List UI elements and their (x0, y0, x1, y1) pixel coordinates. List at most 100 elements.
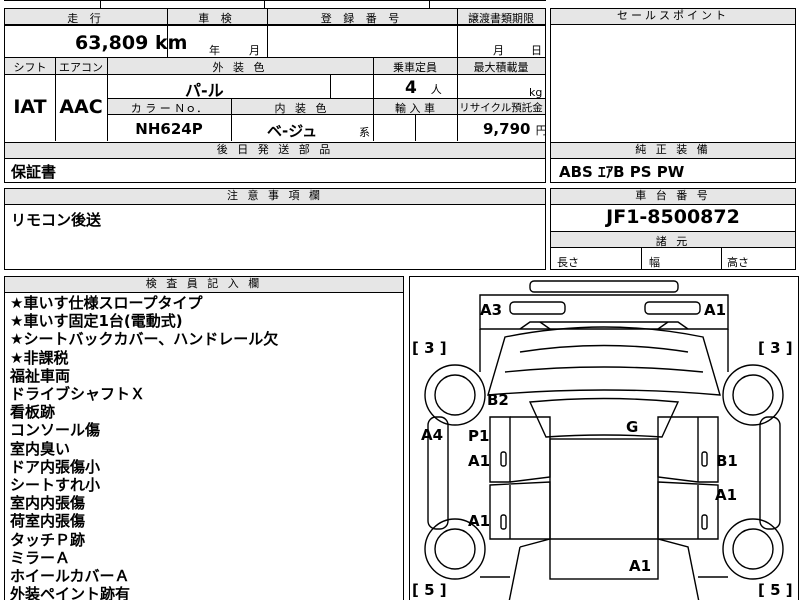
hood-shape (487, 326, 721, 396)
front-bumper-shape (529, 280, 679, 293)
left-rear-door-shape (489, 481, 551, 540)
bracket-bottom-right: [ 5 ] (758, 581, 793, 599)
door-handle-shape (701, 514, 708, 530)
transfer-month: 月 (493, 44, 504, 57)
right-rear-wheel-shape (722, 518, 784, 580)
later-parts-box: 後 日 発 送 部 品 保証書 (4, 143, 546, 183)
inspector-line: コンソール傷 (10, 421, 101, 440)
inspector-line: 室内内張傷 (10, 494, 86, 513)
inspector-line: ★シートバックカバー、ハンドレール欠 (10, 330, 279, 349)
inspector-line: 福祉車両 (10, 366, 71, 385)
shift-value: IAT (13, 96, 47, 118)
rear-window-shape (508, 538, 700, 600)
later-parts-value: 保証書 (11, 163, 57, 181)
door-handle-shape (500, 514, 507, 530)
right-rear-door-shape (657, 481, 719, 540)
standard-equipment-box: 純 正 装 備 ABS ｴｱB PS PW (550, 143, 796, 183)
transfer-deadline-label: 譲渡書類期限 (468, 12, 534, 25)
mark-hood-left: B2 (487, 391, 509, 409)
left-front-wheel-shape (424, 364, 486, 426)
left-headlight-shape (509, 301, 566, 315)
ac-value: AAC (59, 96, 103, 118)
inspector-line: ホイールカバーＡ (10, 567, 130, 586)
transfer-day: 日 (531, 44, 542, 57)
front-apron-shape (479, 294, 729, 330)
mark-roof: G (626, 418, 639, 436)
length-label: 長さ (557, 256, 579, 269)
left-front-door-shape (489, 416, 511, 483)
inspector-line: ★非課税 (10, 348, 69, 367)
registration-label: 登 録 番 号 (320, 12, 404, 25)
ac-label: エアコン (59, 61, 103, 74)
inspector-line: ドライブシャフトＸ (10, 385, 146, 404)
bracket-top-right: [ 3 ] (758, 339, 793, 357)
car-diagram-box: [ 3 ] [ 3 ] [ 5 ] [ 5 ] A3 A1 B2 A4 P1 A… (409, 276, 799, 600)
specs-box: シフト エアコン 外 装 色 乗車定員 最大積載量 IAT AAC パ-ル 4 … (4, 58, 547, 143)
mark-left-rear-door: A1 (468, 512, 491, 530)
inspector-notes-box: 検 査 員 記 入 欄 ★車いす仕様スロープタイプ ★車いす固定1台(電動式) … (4, 276, 404, 600)
mark-right-front-door: B1 (716, 452, 738, 470)
door-handle-shape (701, 451, 708, 467)
mark-left-front-door-p: P1 (468, 427, 490, 445)
capacity-number: 4 (405, 78, 417, 98)
recycle-value: 9,790 円 (483, 120, 547, 138)
right-front-wheel-shape (722, 364, 784, 426)
recycle-label: リサイクル預託金 (459, 102, 543, 114)
mark-right-rear-door: A1 (715, 486, 738, 504)
chassis-label: 車 台 番 号 (551, 189, 795, 205)
notes-box: 注 意 事 項 欄 リモコン後送 (4, 188, 546, 270)
body-outline-shape (479, 329, 729, 372)
bracket-bottom-left: [ 5 ] (412, 581, 447, 599)
standard-equipment-label: 純 正 装 備 (551, 143, 795, 159)
inspector-line: 室内臭い (10, 439, 71, 458)
inspector-line: 外装ペイント跡有 (10, 585, 131, 600)
mark-front-right: A1 (704, 301, 727, 319)
inspection-label: 車 検 (198, 12, 236, 25)
color-no-value: NH624P (135, 120, 203, 138)
sales-point-box: セールスポイント (550, 8, 796, 143)
standard-equipment-value: ABS ｴｱB PS PW (559, 163, 685, 181)
mileage-unit: km (154, 32, 188, 54)
color-no-label: カ ラ ー Ｎｏ． (130, 102, 208, 115)
interior-suffix: 系 (359, 126, 370, 139)
later-parts-label: 後 日 発 送 部 品 (5, 143, 545, 159)
inspector-lines: ★車いす仕様スロープタイプ ★車いす固定1台(電動式) ★シートバックカバー、ハ… (10, 294, 278, 600)
capacity-label: 乗車定員 (393, 61, 437, 74)
inspection-year: 年 (209, 44, 220, 57)
inspector-line: タッチＰ跡 (10, 530, 86, 549)
mark-front-left: A3 (480, 301, 503, 319)
right-headlight-shape (644, 301, 701, 315)
exterior-label: 外 装 色 (212, 61, 268, 74)
inspector-line: ★車いす固定1台(電動式) (10, 312, 183, 331)
height-label: 高さ (727, 256, 749, 269)
inspector-line: 看板跡 (10, 403, 56, 422)
recycle-unit: 円 (535, 124, 547, 137)
mileage-value: 63,809 km (75, 32, 187, 54)
inspector-line: ドア内張傷小 (10, 457, 101, 476)
door-handle-shape (500, 451, 507, 467)
mileage-inspection-box: 走 行 車 検 登 録 番 号 譲渡書類期限 63,809 km 年 月 月 日 (4, 8, 546, 58)
chassis-box: 車 台 番 号 JF1-8500872 諸 元 長さ 幅 高さ (550, 188, 796, 270)
inspector-line: 荷室内張傷 (10, 512, 86, 531)
inspector-line: シートすれ小 (10, 476, 101, 495)
mark-left-fender: A4 (421, 426, 444, 444)
capacity-unit: 人 (430, 83, 442, 96)
sales-point-label: セールスポイント (551, 9, 795, 25)
inspector-label: 検 査 員 記 入 欄 (5, 277, 403, 293)
width-label: 幅 (649, 256, 660, 269)
windshield-shape (528, 397, 680, 438)
max-load-label: 最大積載量 (473, 61, 529, 74)
chassis-value: JF1-8500872 (606, 206, 740, 228)
inspector-line: ミラーＡ (10, 548, 71, 567)
mileage-number: 63,809 (75, 32, 149, 54)
recycle-number: 9,790 (483, 120, 531, 138)
interior-value: ベ-ジュ (267, 122, 318, 140)
notes-value: リモコン後送 (11, 211, 102, 229)
interior-label: 内 装 色 (274, 102, 330, 115)
notes-label: 注 意 事 項 欄 (5, 189, 545, 205)
mark-rear: A1 (629, 557, 652, 575)
capacity-value: 4 人 (405, 78, 442, 98)
inspection-month: 月 (249, 44, 260, 57)
bracket-top-left: [ 3 ] (412, 339, 447, 357)
mark-left-front-door: A1 (468, 452, 491, 470)
